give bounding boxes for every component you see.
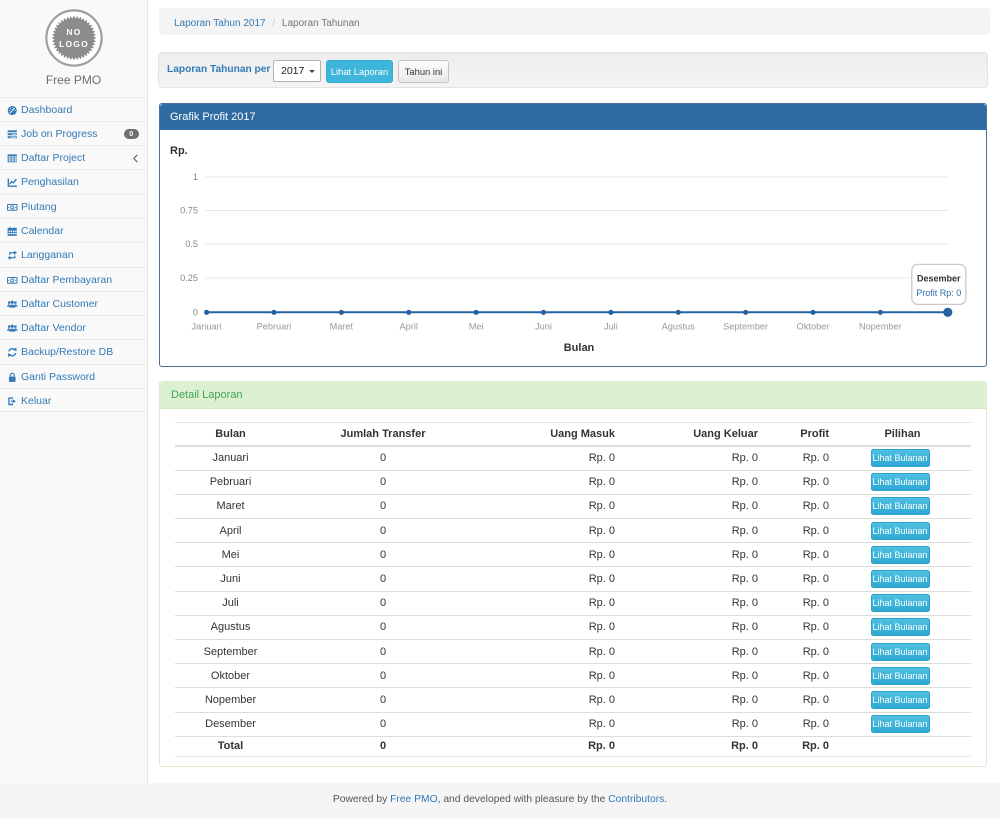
svg-text:Profit Rp: 0: Profit Rp: 0 xyxy=(916,288,961,298)
svg-text:Pebruari: Pebruari xyxy=(257,321,292,331)
svg-text:Desember: Desember xyxy=(917,274,961,284)
svg-text:Maret: Maret xyxy=(330,321,354,331)
svg-text:Nopember: Nopember xyxy=(859,321,902,331)
svg-text:Mei: Mei xyxy=(469,321,484,331)
svg-text:Juli: Juli xyxy=(604,321,618,331)
svg-text:0.25: 0.25 xyxy=(180,273,198,283)
svg-text:0.5: 0.5 xyxy=(185,239,198,249)
svg-text:Agustus: Agustus xyxy=(662,321,696,331)
svg-text:Rp.: Rp. xyxy=(170,145,188,157)
svg-text:0.75: 0.75 xyxy=(180,206,198,216)
svg-text:0: 0 xyxy=(193,307,198,317)
svg-text:Januari: Januari xyxy=(192,321,222,331)
svg-text:September: September xyxy=(723,321,768,331)
svg-text:1: 1 xyxy=(193,172,198,182)
svg-text:LOGO: LOGO xyxy=(59,39,89,49)
svg-text:Juni: Juni xyxy=(535,321,552,331)
svg-text:April: April xyxy=(400,321,418,331)
svg-text:Oktober: Oktober xyxy=(797,321,830,331)
svg-text:NO: NO xyxy=(66,27,81,37)
svg-text:Bulan: Bulan xyxy=(564,342,595,354)
